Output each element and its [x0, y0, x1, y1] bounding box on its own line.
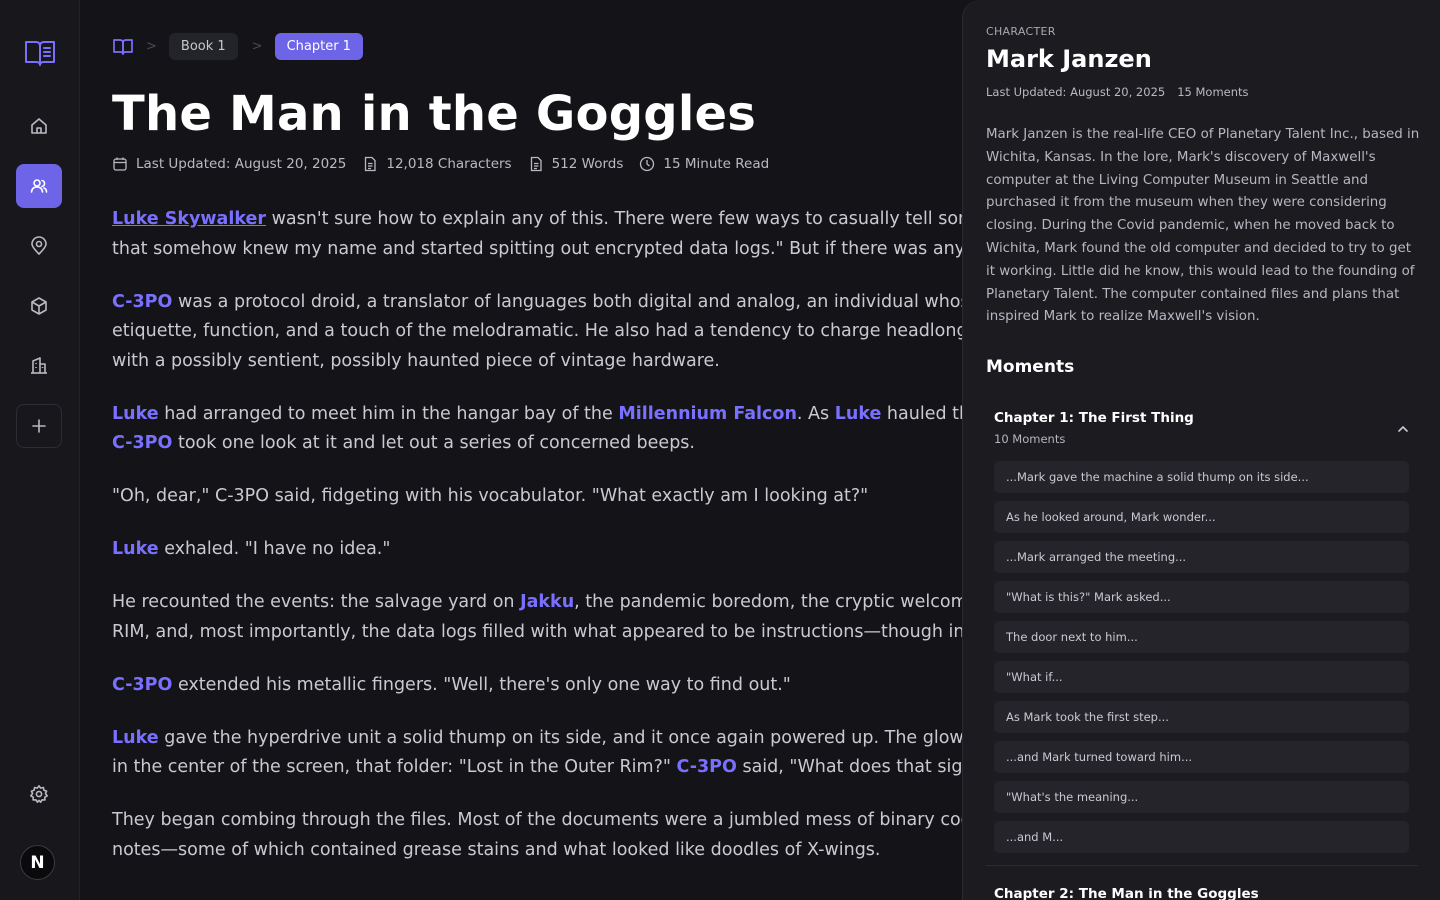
paragraph: Luke had arranged to meet him in the han… — [112, 400, 962, 459]
chapter-meta: Last Updated: August 20, 2025 12,018 Cha… — [112, 156, 785, 172]
book-logo-icon[interactable] — [24, 38, 56, 68]
breadcrumb: > Book 1 > Chapter 1 — [112, 32, 363, 60]
paragraph: They began combing through the files. Mo… — [112, 806, 962, 865]
text-span: notes—some of which contained grease sta… — [112, 839, 881, 860]
text-span: RIM, and, most importantly, the data log… — [112, 621, 962, 642]
clock-icon — [640, 156, 655, 172]
text-span: hauled the mysterious — [886, 403, 962, 424]
moment-item[interactable]: ...and Mark turned toward him... — [994, 741, 1409, 773]
paragraph: He recounted the events: the salvage yar… — [112, 588, 962, 647]
text-span: etiquette, function, and a touch of the … — [112, 321, 962, 341]
text-span: They began combing through the files. Mo… — [112, 810, 962, 830]
moment-item[interactable]: As Mark took the first step... — [994, 701, 1409, 733]
text-span: said, "What does that signify?" — [742, 757, 962, 777]
moment-list: ...Mark gave the machine a solid thump o… — [994, 461, 1409, 861]
text-span: was a protocol droid, a translator of la… — [172, 291, 962, 312]
chevron-up-icon[interactable] — [1396, 422, 1410, 436]
last-updated: Last Updated: August 20, 2025 — [136, 156, 347, 172]
avatar[interactable]: N — [20, 845, 55, 880]
chapter-content: > Book 1 > Chapter 1 The Man in the Gogg… — [80, 0, 962, 900]
paragraph: "Oh, dear," C-3PO said, fidgeting with h… — [112, 486, 869, 506]
paragraph: C-3PO was a protocol droid, a translator… — [112, 288, 962, 377]
paragraph: C-3PO extended his metallic fingers. "We… — [112, 671, 962, 701]
text-span: had arranged to meet him in the hangar b… — [158, 403, 619, 424]
paragraph: Luke exhaled. "I have no idea." — [112, 535, 962, 565]
entity-link[interactable]: Jakku — [520, 592, 574, 612]
character-description: Mark Janzen is the real-life CEO of Plan… — [986, 127, 1420, 325]
character-name: Mark Janzen — [986, 45, 1152, 73]
building-icon[interactable] — [16, 344, 62, 388]
moment-item[interactable]: ...Mark gave the machine a solid thump o… — [994, 461, 1409, 493]
entity-link[interactable]: C-3PO — [112, 433, 172, 453]
character-last-updated: Last Updated: August 20, 2025 — [986, 85, 1166, 99]
divider — [986, 865, 1418, 866]
plus-icon — [32, 419, 46, 433]
document-icon — [365, 156, 377, 172]
character-panel: CHARACTER Mark Janzen Last Updated: Augu… — [962, 0, 1440, 900]
document-icon — [530, 156, 542, 172]
moments-heading: Moments — [986, 357, 1075, 377]
read-time: 15 Minute Read — [663, 156, 770, 172]
moment-item[interactable]: "What is this?" Mark asked... — [994, 581, 1409, 613]
entity-link[interactable]: Millennium Falcon — [618, 404, 797, 424]
moment-item[interactable]: The door next to him... — [994, 621, 1409, 653]
text-span: wasn't sure how to explain any of this. … — [266, 209, 962, 229]
entity-link[interactable]: C-3PO — [112, 292, 172, 312]
text-span: extended his metallic fingers. "Well, th… — [172, 674, 791, 695]
moment-item[interactable]: "What if... — [994, 661, 1409, 693]
character-count: 12,018 Characters — [386, 156, 512, 172]
calendar-icon — [113, 157, 127, 171]
add-button[interactable] — [16, 404, 62, 448]
left-rail: N — [0, 0, 80, 900]
book-icon[interactable] — [112, 35, 134, 57]
entity-link[interactable]: C-3PO — [677, 757, 737, 777]
entity-link[interactable]: C-3PO — [112, 675, 172, 695]
chapter-accordion[interactable]: Chapter 2: The Man in the Goggles — [994, 886, 1414, 900]
breadcrumb-book[interactable]: Book 1 — [168, 32, 238, 60]
paragraph: Luke gave the hyperdrive unit a solid th… — [112, 724, 962, 783]
box-icon[interactable] — [16, 284, 62, 328]
character-moment-count: 15 Moments — [1177, 85, 1249, 99]
users-icon[interactable] — [16, 164, 62, 208]
moment-item[interactable]: "What's the meaning... — [994, 781, 1409, 813]
page-title: The Man in the Goggles — [112, 86, 757, 142]
breadcrumb-separator: > — [146, 38, 157, 54]
moment-item[interactable]: As he looked around, Mark wonder... — [994, 501, 1409, 533]
text-span: exhaled. "I have no idea." — [158, 539, 391, 559]
chapter-accordion-title: Chapter 1: The First Thing — [994, 410, 1194, 426]
chapter-accordion-title: Chapter 2: The Man in the Goggles — [994, 886, 1259, 900]
text-span: with a possibly sentient, possibly haunt… — [112, 350, 720, 371]
entity-link[interactable]: Luke — [112, 539, 159, 559]
text-span: in the center of the screen, that folder… — [112, 757, 677, 777]
text-span: . As — [796, 403, 835, 424]
word-count: 512 Words — [551, 156, 624, 172]
text-span: He recounted the events: the salvage yar… — [112, 592, 521, 612]
chapter-body: Luke Skywalker wasn't sure how to explai… — [112, 205, 962, 889]
text-span: gave the hyperdrive unit a solid thump o… — [158, 727, 962, 748]
text-span: took one look at it and let out a series… — [172, 433, 695, 453]
text-span: that somehow knew my name and started sp… — [112, 238, 962, 259]
entity-link[interactable]: Luke — [835, 404, 882, 424]
moment-item[interactable]: ...and M... — [994, 821, 1409, 853]
home-icon[interactable] — [16, 104, 62, 148]
entity-link[interactable]: Luke — [112, 728, 159, 748]
avatar-letter: N — [30, 852, 45, 873]
entity-link[interactable]: Luke Skywalker — [112, 209, 266, 229]
text-span: , the pandemic boredom, the cryptic welc… — [574, 592, 962, 612]
gear-icon[interactable] — [16, 772, 62, 816]
breadcrumb-chapter[interactable]: Chapter 1 — [274, 32, 363, 60]
chapter-accordion[interactable]: Chapter 1: The First Thing 10 Moments — [994, 410, 1414, 446]
character-meta: Last Updated: August 20, 2025 15 Moments — [986, 85, 1249, 99]
chapter-moment-count: 10 Moments — [994, 432, 1066, 446]
map-pin-icon[interactable] — [16, 224, 62, 268]
paragraph: Luke Skywalker wasn't sure how to explai… — [112, 205, 962, 264]
entity-link[interactable]: Luke — [112, 404, 159, 424]
panel-label: CHARACTER — [986, 25, 1056, 38]
breadcrumb-separator: > — [251, 38, 263, 54]
moment-item[interactable]: ...Mark arranged the meeting... — [994, 541, 1409, 573]
